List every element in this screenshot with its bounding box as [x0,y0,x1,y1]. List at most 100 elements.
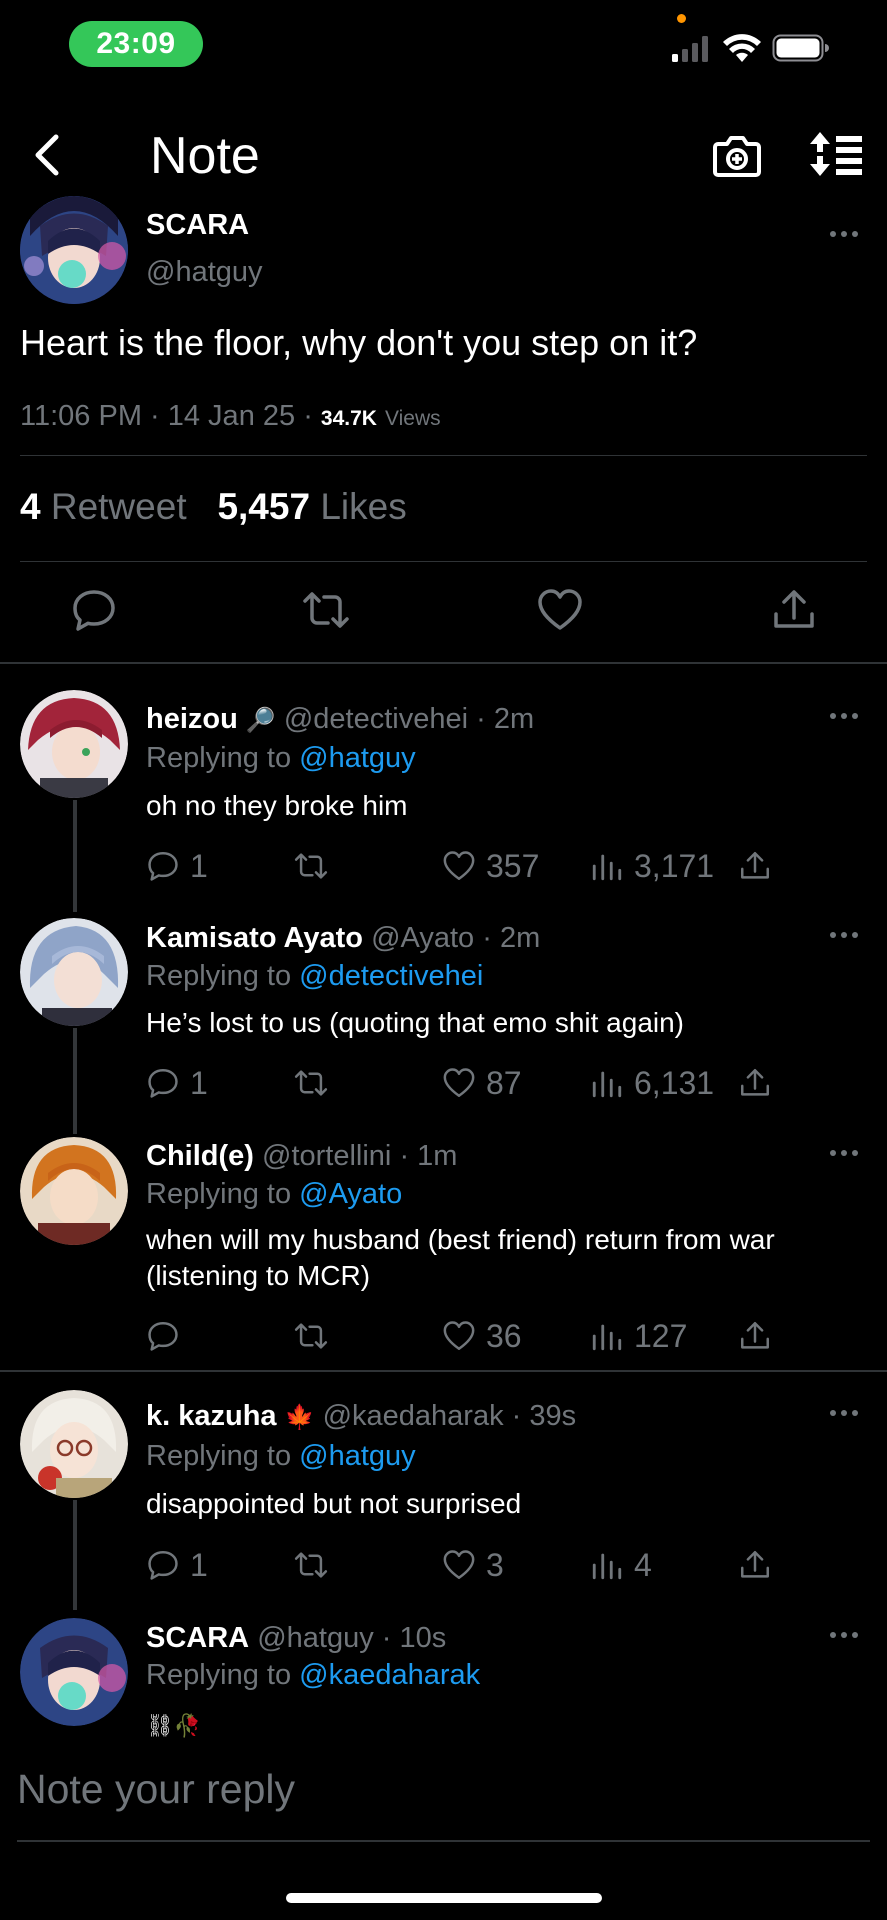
section-divider [0,1370,887,1372]
camera-icon[interactable] [712,132,762,178]
views-button[interactable]: 6,131 [590,1063,714,1103]
reply-button[interactable] [146,1316,190,1356]
reply-avatar[interactable] [20,1137,128,1245]
replying-to: Replying to @Ayato [146,1178,402,1211]
battery-icon [772,34,829,62]
reply-handle[interactable]: @detectivehei [284,703,468,735]
reply-button[interactable]: 1 [146,1545,208,1585]
main-tweet-handle[interactable]: @hatguy [146,256,263,289]
views-button[interactable]: 3,171 [590,846,714,886]
reply-composer[interactable]: Note your reply [0,1738,887,1842]
reply-icon[interactable] [70,586,118,634]
more-options-icon[interactable] [829,227,859,241]
main-tweet-meta: 11:06 PM · 14 Jan 25 · 34.7K Views [20,400,441,433]
more-options-icon[interactable] [829,928,859,942]
share-button[interactable] [738,846,772,886]
reply-handle[interactable]: @kaedaharak [323,1400,504,1432]
like-count: 3 [486,1546,504,1583]
like-heart-icon [443,1550,475,1579]
retweet-button[interactable] [294,1545,328,1585]
share-button[interactable] [738,1063,772,1103]
view-count: 4 [634,1546,652,1583]
replying-to-prefix: Replying to [146,960,292,992]
like-button[interactable]: 3 [442,1545,504,1585]
retweet-icon [294,1323,328,1349]
retweet-button[interactable] [294,1063,328,1103]
reply-age: · 2m [482,922,541,954]
more-options-icon[interactable] [829,1146,859,1160]
replying-to: Replying to @hatguy [146,742,416,775]
share-button[interactable] [738,1316,772,1356]
share-icon[interactable] [770,586,818,634]
main-tweet-avatar[interactable] [20,196,128,304]
likes-count[interactable]: 5,457 [217,486,310,527]
like-button[interactable]: 357 [442,846,539,886]
reply-avatar[interactable] [20,1390,128,1498]
views-button[interactable]: 4 [590,1545,652,1585]
replying-to-mention[interactable]: @kaedaharak [299,1659,480,1691]
replying-to-mention[interactable]: @hatguy [299,1440,416,1472]
share-icon [741,852,769,879]
reply-display-name[interactable]: k. kazuha [146,1400,277,1432]
like-count: 357 [486,847,540,884]
reply-icon [148,1069,178,1098]
reply-actions: 36 127 [146,1316,786,1356]
like-heart-icon[interactable] [536,586,584,634]
share-icon [741,1551,769,1578]
reply-display-name[interactable]: Child(e) [146,1140,254,1172]
more-options-icon[interactable] [829,1406,859,1420]
retweet-label[interactable]: Retweet [51,486,187,527]
reply-input-placeholder[interactable]: Note your reply [17,1766,295,1813]
reply-button[interactable]: 1 [146,846,208,886]
reply-display-name[interactable]: SCARA [146,1622,249,1654]
wifi-icon [723,34,761,62]
home-indicator[interactable] [286,1893,602,1903]
replying-to-mention[interactable]: @Ayato [299,1178,402,1210]
replying-to-mention[interactable]: @detectivehei [299,960,483,992]
share-button[interactable] [738,1545,772,1585]
reply-handle[interactable]: @hatguy [257,1622,374,1654]
reply-actions: 1 87 6,131 [146,1063,786,1103]
reply-count: 1 [190,1546,208,1583]
more-options-icon[interactable] [829,1628,859,1642]
reply-actions: 1 3 4 [146,1545,786,1585]
like-count: 36 [486,1317,522,1354]
reply-header: SCARA @hatguy · 10s [146,1622,446,1655]
views-chart-icon [592,1324,622,1351]
like-button[interactable]: 36 [442,1316,522,1356]
reply-avatar[interactable] [20,1618,128,1726]
reply-text: disappointed but not surprised [146,1488,522,1519]
reply-icon [148,1322,178,1351]
divider [20,455,867,456]
reply-handle[interactable]: @Ayato [371,922,474,954]
reply-icon [148,852,178,881]
retweet-button[interactable] [294,1316,328,1356]
reply-avatar[interactable] [20,690,128,798]
reply-display-name[interactable]: Kamisato Ayato [146,922,363,954]
reply-button[interactable]: 1 [146,1063,208,1103]
sort-icon[interactable] [808,130,864,178]
reply-text: oh no they broke him [146,790,408,821]
reply-handle[interactable]: @tortellini [262,1140,391,1172]
like-button[interactable]: 87 [442,1063,522,1103]
replying-to-prefix: Replying to [146,1178,292,1210]
views-button[interactable]: 127 [590,1316,687,1356]
back-arrow-icon[interactable] [22,130,72,180]
privacy-indicator-dot [677,14,686,23]
reply-display-name[interactable]: heizou [146,703,238,735]
reply-avatar[interactable] [20,918,128,1026]
reply-header: k. kazuha 🍁 @kaedaharak · 39s [146,1400,576,1433]
thread-line [73,1028,77,1134]
retweet-count[interactable]: 4 [20,486,41,527]
reply-age: · 2m [476,703,535,735]
replying-to-mention[interactable]: @hatguy [299,742,416,774]
likes-label[interactable]: Likes [320,486,406,527]
retweet-button[interactable] [294,846,328,886]
retweet-icon[interactable] [302,586,350,634]
views-chart-icon [592,854,622,881]
main-tweet-timestamp: 11:06 PM · 14 Jan 25 · [20,400,321,432]
main-tweet-display-name[interactable]: SCARA [146,209,249,242]
retweet-icon [294,853,328,879]
more-options-icon[interactable] [829,709,859,723]
divider [20,561,867,562]
